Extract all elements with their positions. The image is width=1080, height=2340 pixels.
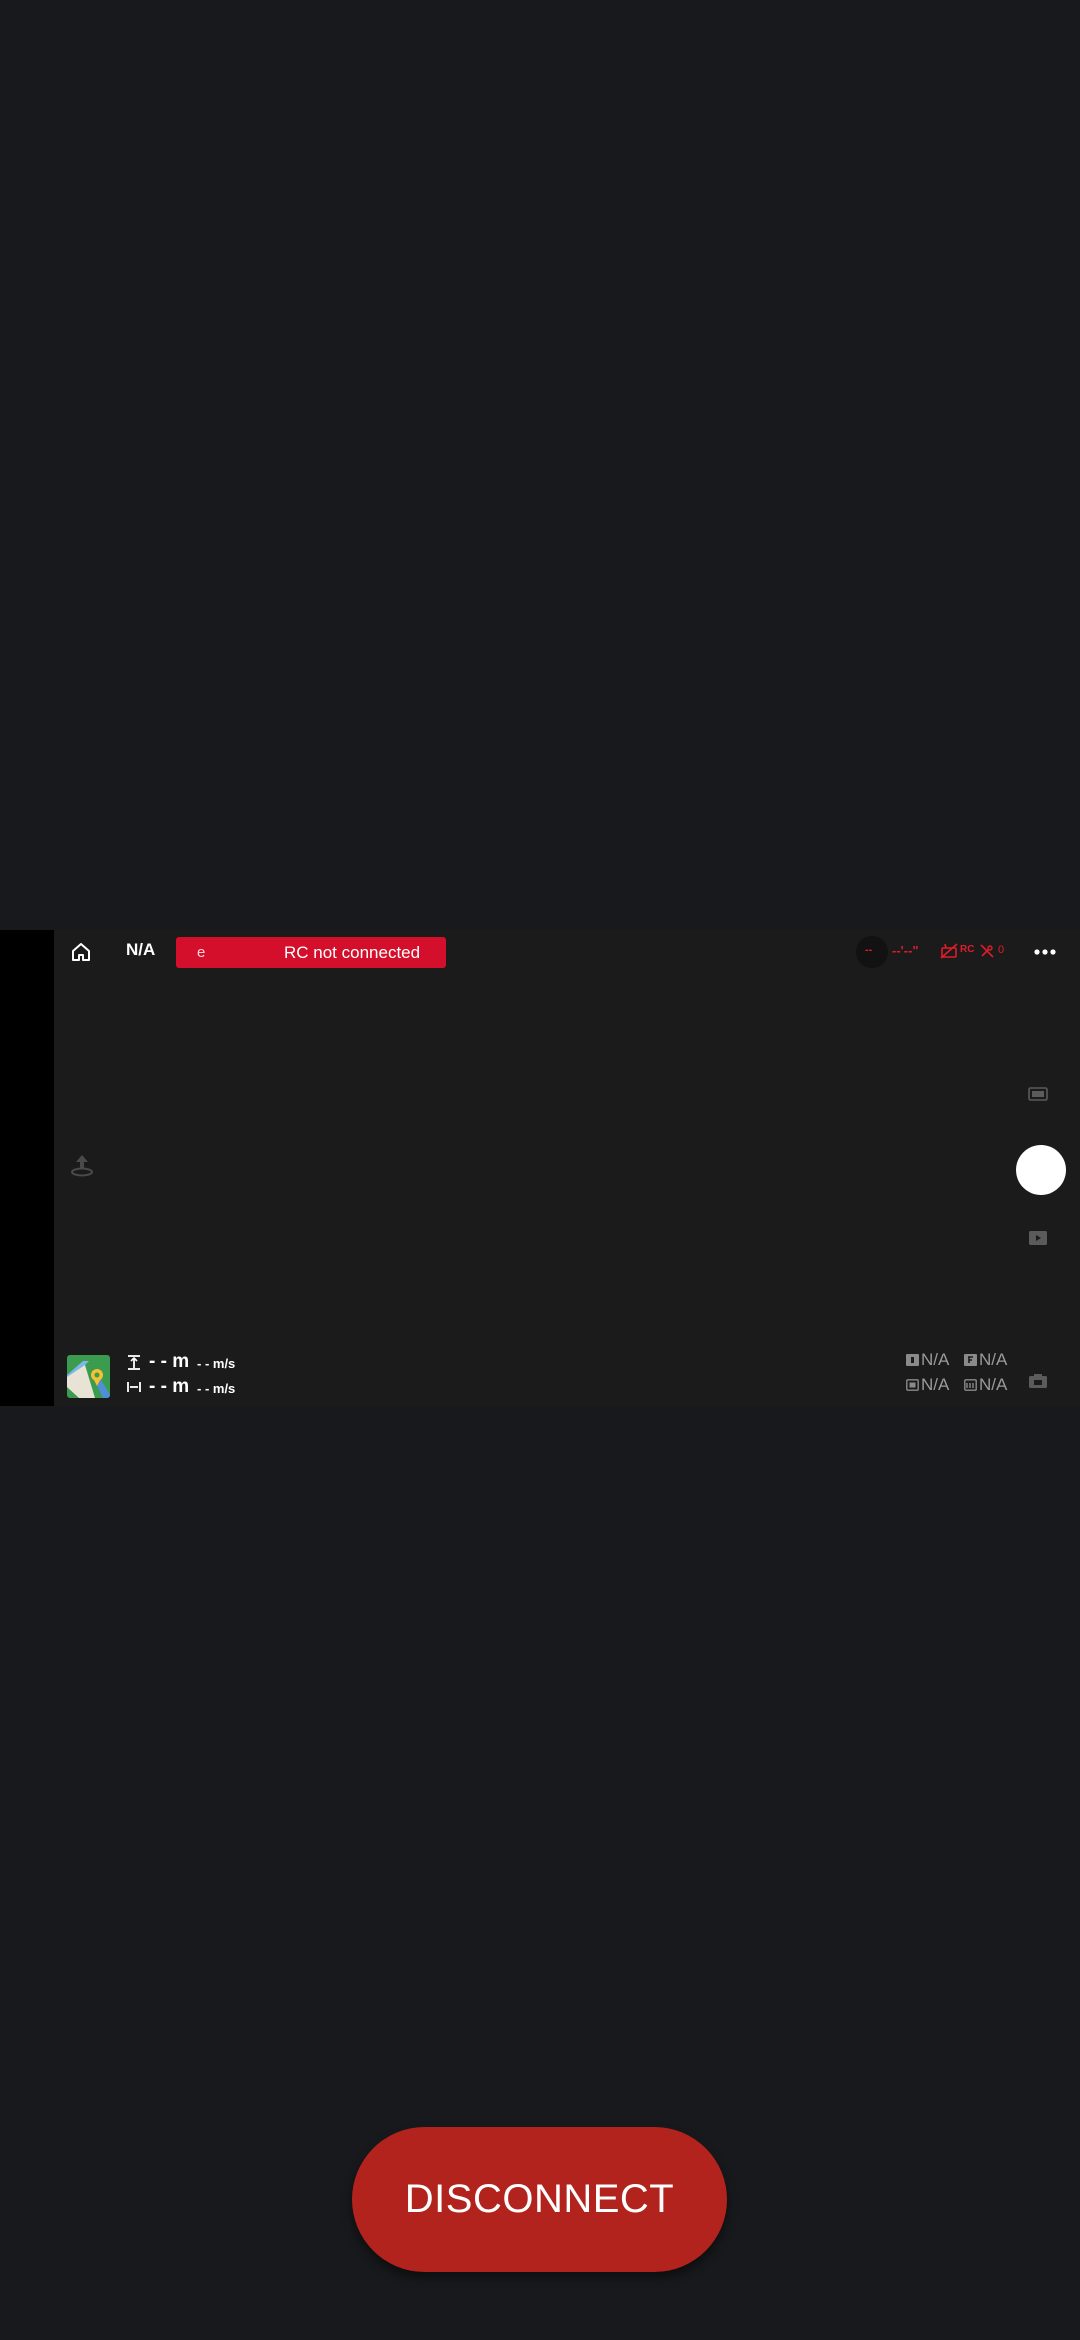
iso-icon bbox=[906, 1354, 919, 1366]
disconnect-label: DISCONNECT bbox=[404, 2177, 675, 2221]
telemetry-readout: - - m - - m/s - - m - - m/s bbox=[127, 1350, 327, 1400]
disconnect-button[interactable]: DISCONNECT bbox=[352, 2127, 727, 2272]
horizontal-speed-value: - - m/s bbox=[197, 1381, 236, 1396]
top-status-bar: N/A e RC not connected -- --'--" RC 0 bbox=[54, 930, 1080, 974]
shutter-value: N/A bbox=[921, 1375, 950, 1394]
altitude-value: - - m bbox=[149, 1351, 190, 1372]
home-icon[interactable] bbox=[69, 940, 93, 964]
satellite-icon bbox=[980, 944, 994, 958]
ev-param: N/A bbox=[964, 1375, 1007, 1397]
altitude-icon bbox=[128, 1355, 140, 1370]
aperture-value: N/A bbox=[979, 1350, 1008, 1369]
status-prefix: e bbox=[197, 944, 206, 961]
flight-view-panel: N/A e RC not connected -- --'--" RC 0 - … bbox=[0, 930, 1080, 1406]
iso-value: N/A bbox=[921, 1350, 950, 1369]
left-edge-strip bbox=[0, 930, 54, 1406]
aperture-param: N/A bbox=[964, 1350, 1007, 1372]
photo-mode-icon[interactable] bbox=[1028, 1086, 1048, 1102]
flight-mode-label: N/A bbox=[126, 940, 156, 959]
status-banner[interactable]: e RC not connected bbox=[176, 937, 446, 968]
playback-icon[interactable] bbox=[1028, 1230, 1048, 1246]
distance-row: - - m - - m/s bbox=[127, 1375, 327, 1400]
rc-label: RC bbox=[960, 944, 975, 955]
rc-disconnected-icon bbox=[940, 943, 958, 959]
ev-value: N/A bbox=[979, 1375, 1008, 1394]
vertical-speed-value: - - m/s bbox=[197, 1356, 236, 1371]
gps-signal-value: -- bbox=[865, 944, 873, 956]
altitude-row: - - m - - m/s bbox=[127, 1350, 327, 1375]
camera-settings-icon[interactable] bbox=[1028, 1373, 1048, 1389]
distance-icon bbox=[127, 1382, 141, 1392]
aperture-icon bbox=[964, 1354, 977, 1366]
signal-strength-value: --'--" bbox=[892, 943, 919, 958]
map-preview-button[interactable] bbox=[67, 1355, 110, 1398]
takeoff-icon[interactable] bbox=[70, 1152, 94, 1178]
shutter-speed-icon bbox=[906, 1379, 919, 1391]
distance-value: - - m bbox=[149, 1376, 190, 1397]
status-message: RC not connected bbox=[284, 943, 421, 962]
iso-param: N/A bbox=[906, 1350, 949, 1372]
satellite-count: 0 bbox=[998, 944, 1005, 956]
ev-icon bbox=[964, 1379, 977, 1391]
camera-controls bbox=[1012, 930, 1080, 1406]
shutter-param: N/A bbox=[906, 1375, 949, 1397]
shutter-button[interactable] bbox=[1016, 1145, 1066, 1195]
